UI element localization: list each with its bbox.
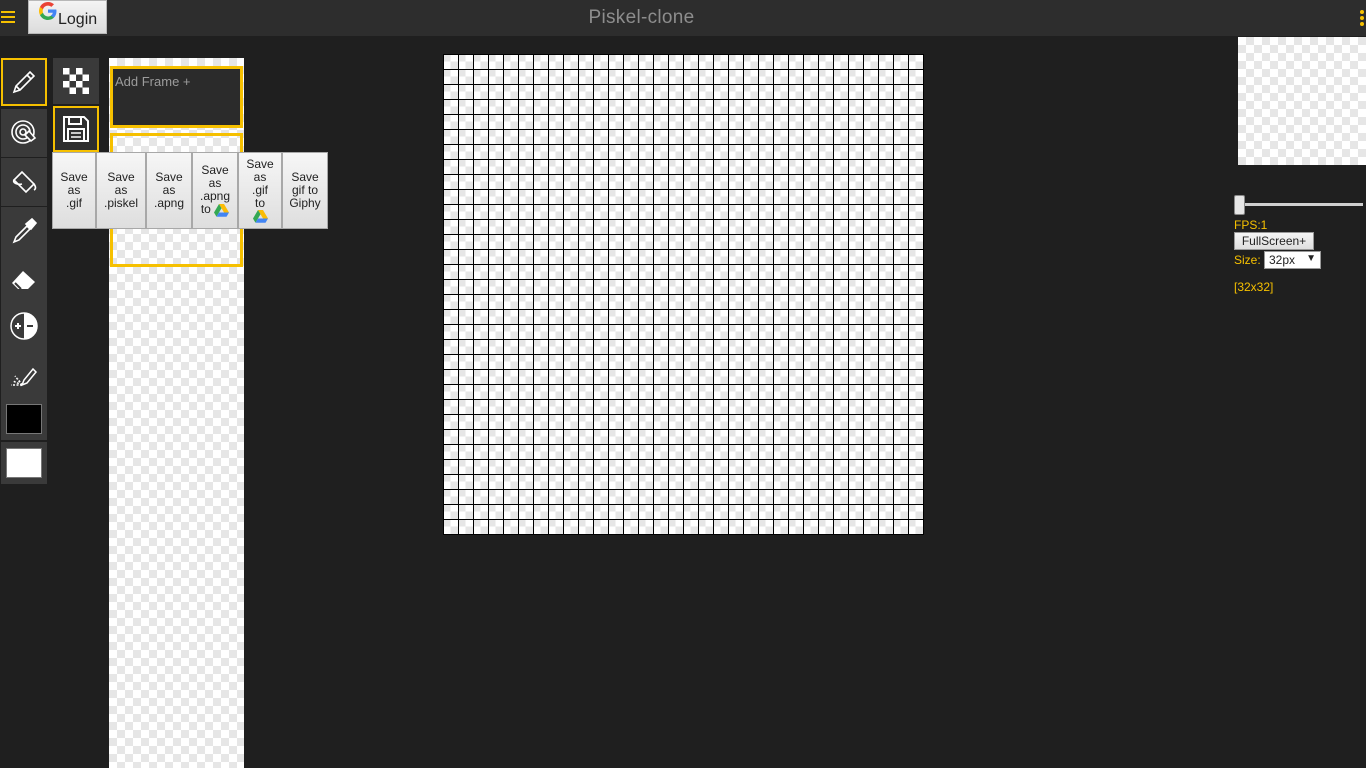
floppy-disk-icon: [63, 116, 89, 142]
paint-bucket-target-icon: [11, 120, 37, 144]
primary-color-picker[interactable]: [1, 398, 47, 440]
size-select-value: 32px: [1269, 253, 1296, 267]
save-apng-to-drive-button[interactable]: Save as .apng to: [192, 152, 238, 229]
paint-bucket-icon: [12, 170, 37, 194]
save-gif-to-drive-button[interactable]: Save as .gif to: [238, 152, 282, 229]
mirror-pen-icon: [11, 367, 38, 387]
pen-icon: [12, 70, 36, 94]
secondary-color-picker[interactable]: [1, 442, 47, 484]
animation-preview: [1238, 37, 1366, 165]
save-gif-button[interactable]: Save as .gif: [52, 152, 96, 229]
fps-label: FPS:1: [1234, 218, 1268, 232]
transparent-color-button[interactable]: [53, 58, 99, 104]
app-title: Piskel-clone: [588, 7, 695, 28]
checkerboard-icon: [63, 68, 89, 94]
bucket-all-tool-button[interactable]: [1, 109, 47, 157]
mirror-pen-tool-button[interactable]: [1, 350, 47, 398]
dropdown-arrow-icon: ▼: [1306, 253, 1316, 264]
fullscreen-button[interactable]: FullScreen+: [1234, 232, 1314, 250]
size-select[interactable]: 32px ▼: [1264, 251, 1321, 269]
pen-tool-button[interactable]: [1, 58, 47, 106]
save-option-text-row: to: [200, 202, 230, 217]
save-apng-button[interactable]: Save as .apng: [146, 152, 192, 229]
lighten-tool-button[interactable]: [1, 302, 47, 350]
size-label: Size:: [1234, 253, 1261, 267]
fps-slider-thumb[interactable]: [1234, 195, 1245, 215]
eyedropper-icon: [12, 217, 38, 244]
bucket-tool-button[interactable]: [1, 158, 47, 206]
drawing-canvas[interactable]: [443, 54, 924, 535]
save-option-text: Giphy: [289, 196, 321, 210]
save-option-text: to: [200, 202, 211, 217]
save-option-text: .apng: [153, 196, 185, 210]
save-option-text: .gif: [65, 196, 82, 210]
kebab-menu-icon[interactable]: [1360, 10, 1366, 28]
save-button[interactable]: [53, 106, 99, 152]
save-option-text: .piskel: [103, 196, 138, 210]
save-option-text: to: [254, 196, 265, 210]
canvas-dimensions: [32x32]: [1234, 280, 1274, 294]
primary-color-swatch: [6, 404, 42, 434]
save-gif-to-giphy-button[interactable]: Save gif to Giphy: [282, 152, 328, 229]
eyedropper-tool-button[interactable]: [1, 207, 47, 255]
eraser-icon: [12, 271, 35, 290]
save-options-menu: Save as .gif Save as .piskel Save as .ap…: [52, 152, 328, 229]
secondary-color-swatch: [6, 448, 42, 478]
lighten-darken-icon: [10, 312, 38, 340]
eraser-tool-button[interactable]: [1, 255, 47, 303]
fps-slider[interactable]: [1240, 203, 1363, 206]
save-piskel-button[interactable]: Save as .piskel: [96, 152, 146, 229]
top-bar: Login Piskel-clone: [0, 0, 1366, 36]
google-drive-icon: [214, 203, 230, 217]
google-drive-icon: [252, 210, 268, 223]
add-frame-button[interactable]: Add Frame +: [110, 66, 243, 128]
